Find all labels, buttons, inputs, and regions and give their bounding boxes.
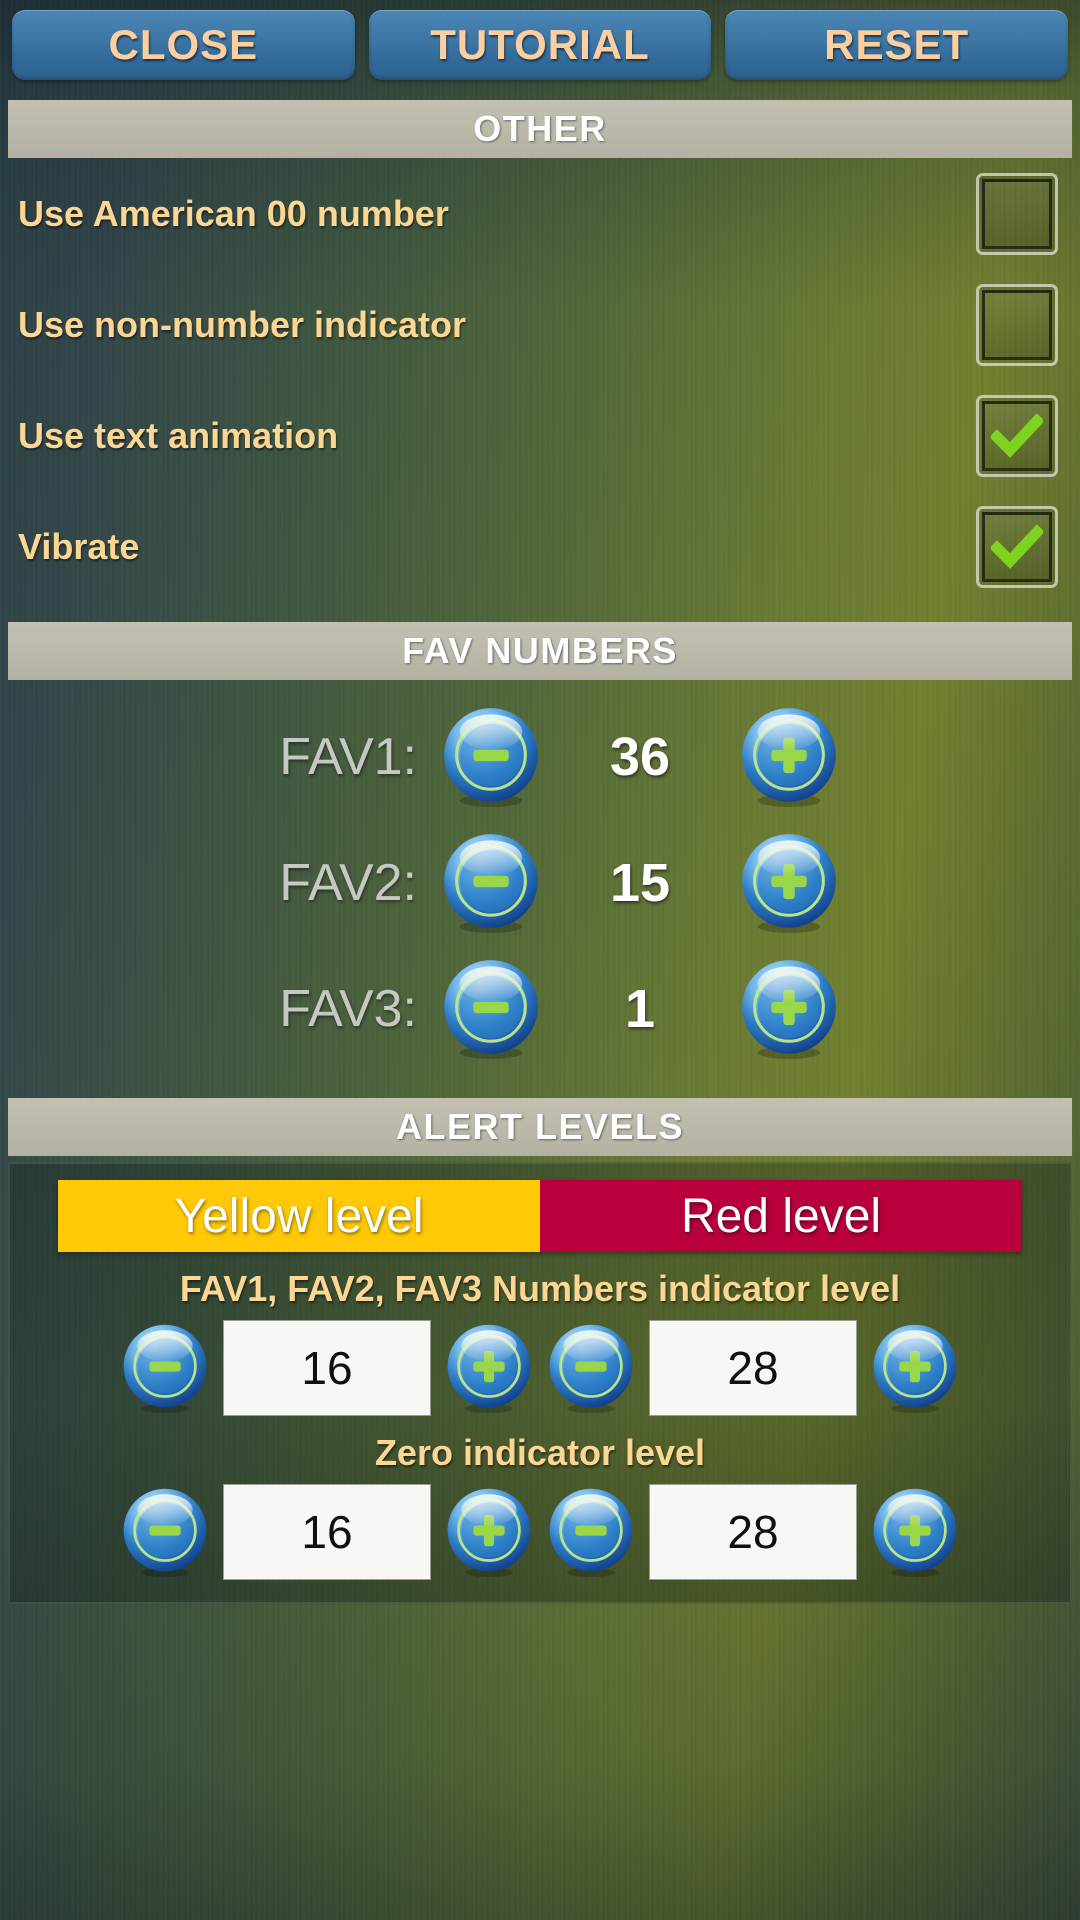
fav-indicator-red-decrement-button[interactable] [545, 1322, 637, 1414]
checkbox-inner [982, 289, 1052, 360]
fav-row-1: FAV1: 36 [0, 694, 1080, 820]
zero-indicator-yellow-input[interactable]: 16 [223, 1484, 431, 1580]
zero-indicator-level-row: 16 28 [10, 1484, 1070, 1580]
fav2-label: FAV2: [279, 854, 417, 912]
option-row-vibrate[interactable]: Vibrate [8, 491, 1072, 602]
fav3-value: 1 [624, 979, 656, 1039]
settings-screen: CLOSE TUTORIAL RESET OTHER Use American … [0, 0, 1080, 1920]
zero-indicator-red-value: 28 [727, 1506, 779, 1558]
check-icon [991, 523, 1043, 569]
tutorial-button[interactable]: TUTORIAL [368, 10, 712, 80]
section-header-other-label: OTHER [473, 108, 607, 149]
checkbox-use-non-number-indicator[interactable] [976, 283, 1058, 366]
fav-indicator-yellow-input[interactable]: 16 [223, 1320, 431, 1416]
fav3-decrement-button[interactable] [439, 957, 543, 1061]
zero-indicator-level-title: Zero indicator level [374, 1432, 706, 1473]
checkbox-use-text-animation[interactable] [976, 394, 1058, 477]
option-row-use-non-number-indicator[interactable]: Use non-number indicator [8, 269, 1072, 380]
fav1-decrement-button[interactable] [439, 705, 543, 809]
tab-red-level-label: Red level [680, 1189, 882, 1243]
tutorial-button-label: TUTORIAL [430, 21, 650, 68]
option-label: Vibrate [18, 525, 140, 567]
checkbox-inner [982, 400, 1052, 471]
fav2-decrement-button[interactable] [439, 831, 543, 935]
check-icon [991, 412, 1043, 458]
zero-indicator-yellow-decrement-button[interactable] [119, 1486, 211, 1578]
fav-indicator-red-value: 28 [727, 1342, 779, 1394]
checkbox-use-american-00-number[interactable] [976, 172, 1058, 255]
fav1-increment-button[interactable] [737, 705, 841, 809]
option-row-use-american-00-number[interactable]: Use American 00 number [8, 158, 1072, 269]
zero-indicator-yellow-value: 16 [301, 1506, 353, 1558]
tab-yellow-level-label: Yellow level [174, 1189, 424, 1243]
alert-levels-panel: Yellow level Red level FAV1, FAV2, FAV3 … [8, 1162, 1072, 1604]
tab-yellow-level[interactable]: Yellow level [58, 1180, 540, 1252]
fav3-increment-button[interactable] [737, 957, 841, 1061]
section-header-alert-levels: ALERT LEVELS [8, 1098, 1072, 1156]
fav-indicator-red-input[interactable]: 28 [649, 1320, 857, 1416]
fav2-value: 15 [609, 853, 671, 913]
option-label: Use text animation [18, 414, 339, 456]
zero-indicator-red-increment-button[interactable] [869, 1486, 961, 1578]
option-label: Use American 00 number [18, 192, 449, 234]
option-label: Use non-number indicator [18, 303, 467, 345]
close-button-label: CLOSE [108, 21, 259, 68]
fav-numbers-indicator-level-title: FAV1, FAV2, FAV3 Numbers indicator level [179, 1268, 901, 1309]
fav-numbers-indicator-level-row: 16 28 [10, 1320, 1070, 1416]
fav-indicator-red-increment-button[interactable] [869, 1322, 961, 1414]
section-header-fav-numbers-label: FAV NUMBERS [402, 630, 678, 671]
reset-button-label: RESET [824, 21, 970, 68]
fav-numbers-list: FAV1: 36 FAV2: 15 FAV3: 1 [0, 680, 1080, 1078]
zero-indicator-red-input[interactable]: 28 [649, 1484, 857, 1580]
zero-indicator-yellow-increment-button[interactable] [443, 1486, 535, 1578]
fav1-label: FAV1: [279, 728, 417, 786]
fav-row-2: FAV2: 15 [0, 820, 1080, 946]
option-row-use-text-animation[interactable]: Use text animation [8, 380, 1072, 491]
fav3-label: FAV3: [279, 980, 417, 1038]
fav1-value: 36 [609, 727, 671, 787]
other-options-list: Use American 00 number Use non-number in… [0, 158, 1080, 602]
alert-level-tabs: Yellow level Red level [58, 1180, 1022, 1252]
reset-button[interactable]: RESET [725, 10, 1069, 80]
tab-red-level[interactable]: Red level [540, 1180, 1022, 1252]
checkbox-inner [982, 511, 1052, 582]
section-header-fav-numbers: FAV NUMBERS [8, 622, 1072, 680]
checkbox-vibrate[interactable] [976, 505, 1058, 588]
fav-indicator-yellow-increment-button[interactable] [443, 1322, 535, 1414]
section-header-other: OTHER [8, 100, 1072, 158]
fav2-increment-button[interactable] [737, 831, 841, 935]
fav-row-3: FAV3: 1 [0, 946, 1080, 1072]
close-button[interactable]: CLOSE [12, 10, 355, 80]
checkbox-inner [982, 178, 1052, 249]
fav-indicator-yellow-decrement-button[interactable] [119, 1322, 211, 1414]
top-action-bar: CLOSE TUTORIAL RESET [0, 0, 1080, 80]
section-header-alert-levels-label: ALERT LEVELS [395, 1106, 685, 1147]
fav-indicator-yellow-value: 16 [301, 1342, 353, 1394]
zero-indicator-red-decrement-button[interactable] [545, 1486, 637, 1578]
